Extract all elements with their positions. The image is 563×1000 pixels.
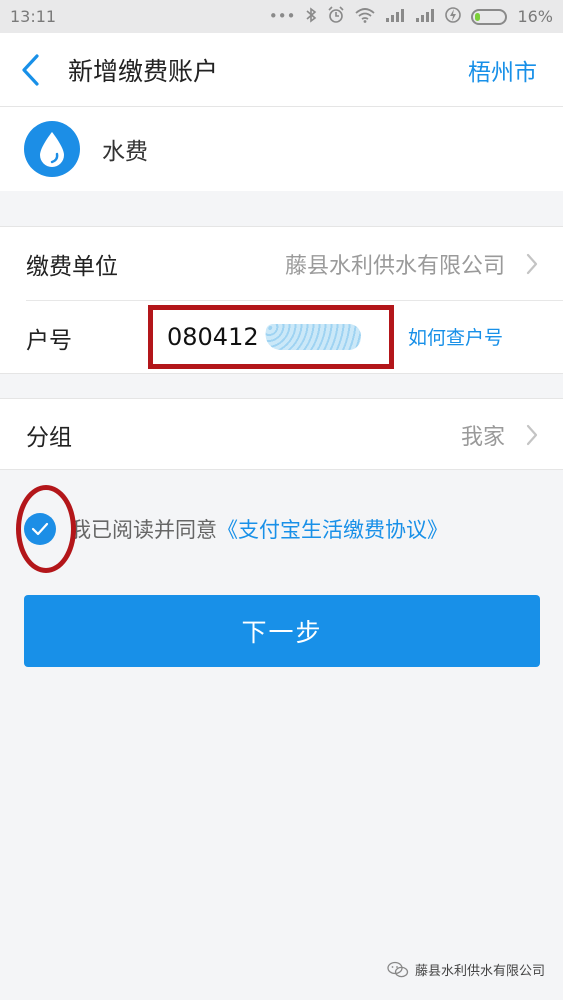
status-icons: ••• 16%: [269, 6, 553, 27]
water-drop-icon: [24, 121, 80, 177]
chevron-left-icon: [22, 53, 39, 86]
payment-unit-row[interactable]: 缴费单位 藤县水利供水有限公司: [0, 227, 563, 300]
next-step-button[interactable]: 下一步: [24, 595, 540, 667]
chevron-right-icon: [526, 253, 538, 274]
annotation-circle: [16, 485, 76, 573]
service-header: 水费: [0, 107, 563, 191]
wifi-icon: [355, 7, 376, 26]
payment-unit-label: 缴费单位: [26, 253, 118, 280]
group-label: 分组: [26, 425, 72, 451]
charging-icon: [445, 6, 462, 27]
signal-icon: [415, 7, 435, 26]
status-time: 13:11: [10, 7, 57, 26]
agreement-text: 我已阅读并同意《支付宝生活缴费协议》: [70, 514, 448, 544]
service-name: 水费: [102, 139, 148, 165]
watermark-text: 藤县水利供水有限公司: [414, 964, 545, 979]
agreement-prefix: 我已阅读并同意: [70, 518, 217, 542]
agreement-link[interactable]: 《支付宝生活缴费协议》: [217, 518, 448, 542]
watermark: 藤县水利供水有限公司: [387, 960, 545, 979]
battery-icon: [471, 8, 508, 25]
agreement-row: 我已阅读并同意《支付宝生活缴费协议》: [24, 508, 448, 550]
signal-icon: [385, 7, 405, 26]
account-number-input[interactable]: 080412: [148, 305, 394, 369]
payment-unit-value: 藤县水利供水有限公司: [284, 253, 505, 279]
account-form: 缴费单位 藤县水利供水有限公司 户号 080412 如何查户号: [0, 226, 563, 374]
group-row[interactable]: 分组 我家: [0, 399, 563, 471]
how-to-find-account-link[interactable]: 如何查户号: [408, 323, 503, 350]
bluetooth-icon: [305, 7, 317, 26]
city-selector[interactable]: 梧州市: [468, 33, 537, 107]
chevron-right-icon: [526, 424, 538, 446]
redacted-digits: [262, 324, 363, 350]
back-button[interactable]: [0, 33, 60, 107]
account-number-value: 080412: [167, 323, 259, 351]
alarm-icon: [327, 6, 345, 27]
account-number-label: 户号: [26, 327, 72, 354]
battery-percent: 16%: [517, 7, 553, 26]
wechat-icon: [387, 961, 409, 977]
navigation-bar: 新增缴费账户 梧州市: [0, 33, 563, 107]
page-title: 新增缴费账户: [68, 56, 219, 86]
status-bar: 13:11 ••• 16%: [0, 0, 563, 33]
dots-icon: •••: [268, 7, 296, 25]
group-section: 分组 我家: [0, 398, 563, 470]
group-value: 我家: [460, 425, 505, 450]
